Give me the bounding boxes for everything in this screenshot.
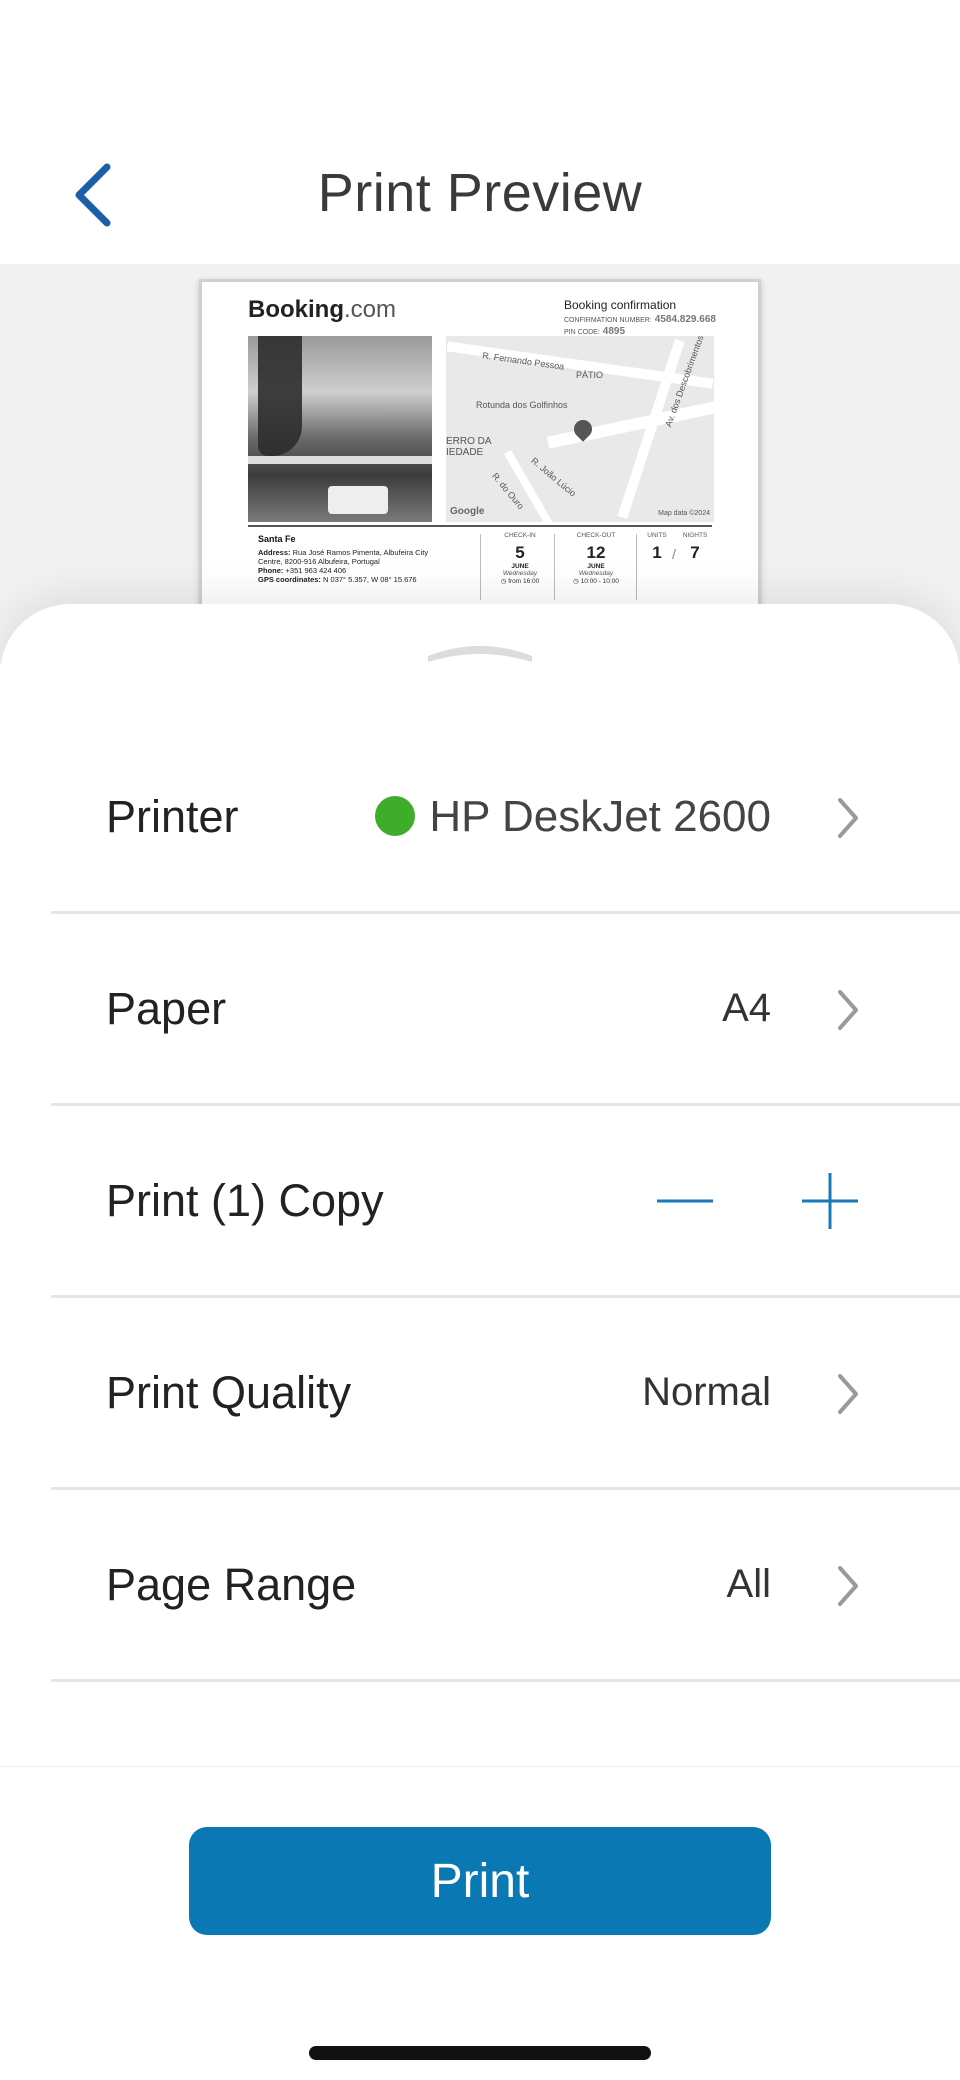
printer-value: HP DeskJet 2600 [375,722,771,911]
plus-icon [802,1173,858,1229]
hotel-name: Santa Fe [258,534,296,544]
home-indicator[interactable] [309,2046,651,2060]
paper-label: Paper [106,983,227,1034]
chevron-right-icon [838,990,858,1030]
printer-row[interactable]: Printer HP DeskJet 2600 [51,722,960,914]
chevron-right-icon [838,798,858,838]
booking-logo: Booking.com [248,296,397,323]
page-title: Print Preview [317,163,643,223]
location-map: R. Fernando Pessoa PÁTIO Rotunda dos Gol… [446,336,714,522]
header: Print Preview [0,0,960,264]
print-quality-row[interactable]: Print Quality Normal [51,1298,960,1490]
page-range-row[interactable]: Page Range All [51,1490,960,1682]
hotel-details: Address: Rua José Ramos Pimenta, Albufei… [258,548,429,584]
printer-label: Printer [106,791,239,842]
confirmation-number: CONFIRMATION NUMBER: 4584.829.668 [564,314,716,325]
chevron-right-icon [838,1374,858,1414]
units-nights-separator: / [672,546,676,562]
decrease-copies-button[interactable] [640,1156,730,1246]
nights-block: NIGHTS 7 [682,532,708,562]
page-range-value: All [726,1562,771,1606]
sheet-grabber-handle[interactable] [424,640,536,664]
minus-icon [657,1199,713,1203]
copies-row: Print (1) Copy [51,1106,960,1298]
hotel-photo [248,336,432,522]
increase-copies-button[interactable] [785,1156,875,1246]
chevron-right-icon [838,1566,858,1606]
print-button[interactable]: Print [189,1827,771,1935]
paper-row[interactable]: Paper A4 [51,914,960,1106]
print-quality-value: Normal [642,1370,771,1414]
footer: Print [0,1766,960,2080]
confirmation-title: Booking confirmation [564,298,677,312]
units-block: UNITS 1 [647,532,667,562]
print-quality-label: Print Quality [106,1367,352,1418]
printer-status-dot [375,796,416,837]
checkout-block: CHECK-OUT 12 JUNE Wednesday ◷ 10:00 - 10… [573,532,619,585]
checkin-block: CHECK-IN 5 JUNE Wednesday ◷ from 16:00 [500,532,540,585]
copies-label: Print (1) Copy [106,1175,384,1226]
paper-value: A4 [722,986,771,1030]
page-range-label: Page Range [106,1559,357,1610]
